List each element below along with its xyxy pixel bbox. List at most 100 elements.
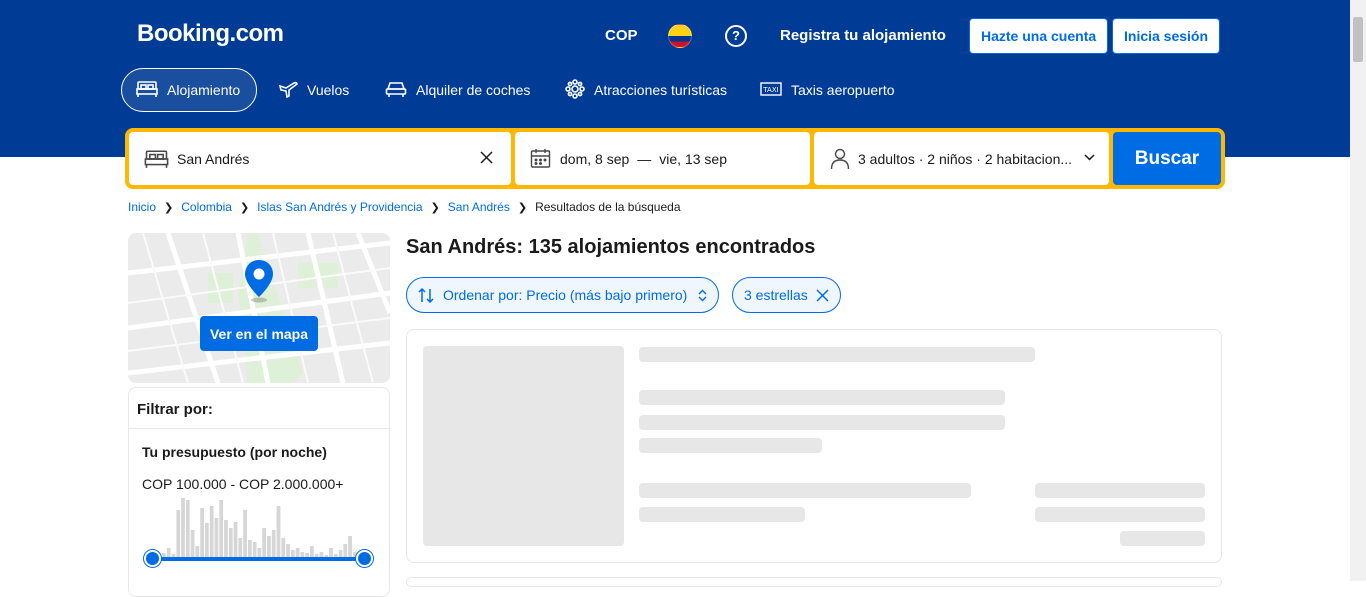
checkin-date[interactable]: dom, 8 sep bbox=[560, 151, 629, 167]
breadcrumb: Inicio ❯ Colombia ❯ Islas San Andrés y P… bbox=[128, 200, 681, 214]
histogram-bar bbox=[286, 544, 290, 558]
nav-tab-atracciones[interactable]: Atracciones turísticas bbox=[551, 68, 741, 112]
calendar-icon bbox=[530, 148, 551, 169]
skeleton-line bbox=[1120, 531, 1205, 546]
skeleton-line bbox=[639, 390, 1005, 405]
histogram-bar bbox=[343, 544, 348, 558]
histogram-bar bbox=[190, 530, 195, 558]
histogram-bar bbox=[267, 536, 271, 558]
chevron-right-icon: ❯ bbox=[430, 201, 440, 214]
filter-title: Filtrar por: bbox=[129, 388, 389, 429]
skeleton-line bbox=[639, 415, 1005, 430]
breadcrumb-islas[interactable]: Islas San Andrés y Providencia bbox=[257, 200, 422, 214]
show-map-button[interactable]: Ver en el mapa bbox=[200, 316, 318, 351]
nav-label: Vuelos bbox=[307, 82, 350, 98]
histogram-bar bbox=[348, 536, 352, 558]
car-icon bbox=[385, 80, 407, 101]
sort-arrows-icon bbox=[418, 287, 435, 303]
dates-field[interactable]: dom, 8 sep — vie, 13 sep bbox=[515, 132, 810, 185]
histogram-bar bbox=[228, 528, 233, 558]
histogram-bar bbox=[205, 523, 209, 558]
skeleton-line bbox=[639, 483, 971, 498]
nav-label: Alojamiento bbox=[167, 82, 241, 98]
signup-button[interactable]: Hazte una cuenta bbox=[969, 18, 1109, 54]
budget-title: Tu presupuesto (por noche) bbox=[142, 444, 327, 460]
search-button[interactable]: Buscar bbox=[1113, 132, 1221, 185]
svg-text:TAXI: TAXI bbox=[762, 86, 778, 94]
checkout-date[interactable]: vie, 13 sep bbox=[659, 151, 727, 167]
histogram-bar bbox=[276, 506, 281, 558]
breadcrumb-san-andres[interactable]: San Andrés bbox=[448, 200, 510, 214]
nav-tab-taxis[interactable]: TAXI Taxis aeropuerto bbox=[746, 68, 909, 112]
breadcrumb-inicio[interactable]: Inicio bbox=[128, 200, 156, 214]
filter-panel: Filtrar por: Tu presupuesto (por noche) … bbox=[128, 387, 390, 597]
clear-destination-icon[interactable] bbox=[480, 151, 493, 164]
breadcrumb-current: Resultados de la búsqueda bbox=[535, 200, 681, 214]
guests-field[interactable]: 3 adultos · 2 niños · 2 habitacion... bbox=[814, 132, 1109, 185]
scrollbar-thumb[interactable] bbox=[1353, 17, 1363, 62]
chevron-down-icon bbox=[1084, 154, 1095, 161]
stars-filter-chip[interactable]: 3 estrellas bbox=[732, 277, 841, 313]
histogram-bar bbox=[200, 508, 204, 558]
budget-slider-min-handle[interactable] bbox=[144, 550, 161, 567]
booking-logo[interactable]: Booking.com bbox=[137, 20, 284, 48]
search-bar: San Andrés dom, 8 sep — vie, 13 sep 3 ad… bbox=[125, 128, 1225, 189]
histogram-bar bbox=[252, 542, 257, 558]
signin-button[interactable]: Inicia sesión bbox=[1112, 18, 1221, 54]
result-card-skeleton bbox=[406, 577, 1222, 587]
histogram-bar bbox=[219, 500, 224, 558]
bed-icon bbox=[144, 149, 169, 169]
skeleton-line bbox=[1035, 507, 1205, 522]
budget-slider-max-handle[interactable] bbox=[356, 550, 373, 567]
bed-icon bbox=[136, 80, 158, 101]
budget-slider-track bbox=[152, 557, 364, 561]
updown-chevron-icon bbox=[698, 289, 707, 302]
histogram-bar bbox=[185, 500, 190, 558]
date-separator: — bbox=[637, 150, 652, 167]
taxi-icon: TAXI bbox=[760, 81, 782, 100]
histogram-bar bbox=[281, 538, 286, 558]
skeleton-line bbox=[1035, 483, 1205, 498]
histogram-bar bbox=[176, 510, 181, 558]
destination-field[interactable]: San Andrés bbox=[129, 132, 511, 185]
histogram-bar bbox=[271, 530, 276, 558]
nav-tab-vuelos[interactable]: Vuelos bbox=[264, 68, 363, 112]
sort-dropdown[interactable]: Ordenar por: Precio (más bajo primero) bbox=[406, 277, 720, 313]
nav-label: Atracciones turísticas bbox=[594, 82, 728, 98]
attractions-icon bbox=[565, 78, 585, 102]
histogram-bar bbox=[214, 518, 219, 558]
language-flag-icon[interactable] bbox=[668, 24, 692, 48]
histogram-bar bbox=[233, 522, 238, 558]
histogram-bar bbox=[181, 498, 185, 558]
nav-label: Taxis aeropuerto bbox=[791, 82, 895, 98]
skeleton-line bbox=[639, 438, 822, 453]
budget-range: COP 100.000 - COP 2.000.000+ bbox=[142, 476, 344, 492]
breadcrumb-colombia[interactable]: Colombia bbox=[181, 200, 232, 214]
skeleton-line bbox=[639, 347, 1035, 362]
map-preview[interactable]: Ver en el mapa bbox=[128, 233, 390, 383]
nav-tab-alojamiento[interactable]: Alojamiento bbox=[121, 68, 257, 112]
guests-summary: 3 adultos · 2 niños · 2 habitacion... bbox=[858, 150, 1073, 167]
stars-chip-label: 3 estrellas bbox=[744, 287, 808, 303]
page-scrollbar[interactable] bbox=[1350, 0, 1366, 581]
skeleton-image bbox=[423, 346, 624, 546]
map-pin-icon bbox=[244, 259, 274, 303]
histogram-bar bbox=[262, 528, 267, 558]
result-card-skeleton bbox=[406, 329, 1222, 563]
currency-selector[interactable]: COP bbox=[605, 27, 638, 44]
help-icon[interactable]: ? bbox=[725, 25, 747, 47]
plane-icon bbox=[278, 80, 298, 101]
register-property-link[interactable]: Registra tu alojamiento bbox=[780, 27, 946, 44]
sort-label: Ordenar por: Precio (más bajo primero) bbox=[443, 287, 688, 303]
destination-input[interactable]: San Andrés bbox=[177, 151, 249, 167]
chevron-right-icon: ❯ bbox=[164, 201, 174, 214]
map-streets bbox=[128, 233, 390, 383]
histogram-bar bbox=[243, 510, 247, 558]
skeleton-line bbox=[639, 507, 805, 522]
histogram-bar bbox=[247, 540, 252, 558]
chevron-right-icon: ❯ bbox=[239, 201, 250, 214]
histogram-bar bbox=[224, 520, 228, 558]
nav-tab-alquiler-coches[interactable]: Alquiler de coches bbox=[371, 68, 544, 112]
remove-filter-icon[interactable] bbox=[816, 288, 829, 302]
histogram-bar bbox=[209, 506, 214, 558]
